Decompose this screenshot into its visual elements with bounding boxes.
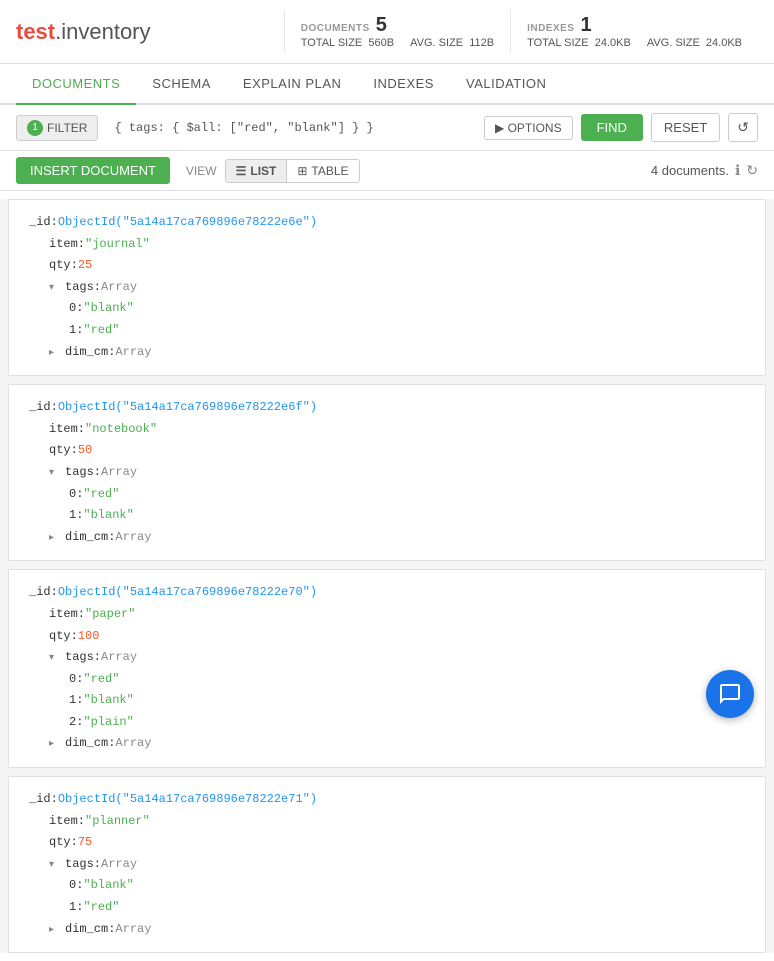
filter-label: FILTER [47,121,87,135]
filter-badge: 1 [27,120,43,136]
field-id: _id: ObjectId("5a14a17ca769896e78222e6e"… [29,212,745,234]
view-label: VIEW [186,164,217,178]
document-count: 4 documents. ℹ ↻ [651,162,758,179]
list-label: LIST [250,164,276,178]
field-tags-0: 0: "red" [69,484,745,506]
field-tags-1: 1: "blank" [69,690,745,712]
header-stats: DOCUMENTS 5 TOTAL SIZE 560B AVG. SIZE 11… [284,10,758,53]
field-tags: ▾tags: Array [49,647,745,669]
field-tags: ▾tags: Array [49,277,745,299]
documents-stat: DOCUMENTS 5 TOTAL SIZE 560B AVG. SIZE 11… [284,10,510,53]
table-label: TABLE [311,164,348,178]
tags-collapse-icon[interactable]: ▾ [49,650,61,668]
dimcm-expand-icon[interactable]: ▸ [49,345,61,363]
tab-indexes[interactable]: INDEXES [357,64,450,105]
table-view-button[interactable]: ⊞ TABLE [287,159,359,183]
documents-count: 5 [376,14,387,37]
field-qty: qty: 75 [49,832,745,854]
field-qty: qty: 25 [49,255,745,277]
docs-total-size-label: TOTAL SIZE 560B [301,37,394,49]
docs-avg-size-label: AVG. SIZE 112B [410,37,494,49]
options-label: ▶ OPTIONS [495,121,562,135]
find-button[interactable]: FIND [581,114,643,141]
field-qty: qty: 50 [49,440,745,462]
field-dim-cm: ▸dim_cm: Array [49,733,745,755]
tags-collapse-icon[interactable]: ▾ [49,465,61,483]
documents-label: DOCUMENTS [301,23,370,34]
logo-rest: .inventory [55,19,150,44]
filter-button[interactable]: 1 FILTER [16,115,98,141]
tab-documents[interactable]: DOCUMENTS [16,64,136,105]
field-dim-cm: ▸dim_cm: Array [49,527,745,549]
field-tags: ▾tags: Array [49,462,745,484]
table-row: _id: ObjectId("5a14a17ca769896e78222e71"… [8,776,766,953]
table-icon: ⊞ [297,164,307,178]
field-tags-0: 0: "blank" [69,875,745,897]
field-qty: qty: 100 [49,626,745,648]
list-view-button[interactable]: ☰ LIST [225,159,288,183]
field-tags-1: 1: "blank" [69,505,745,527]
indexes-label: INDEXES [527,23,574,34]
field-item: item: "planner" [49,811,745,833]
field-tags-1: 1: "red" [69,897,745,919]
field-id: _id: ObjectId("5a14a17ca769896e78222e70"… [29,582,745,604]
field-dim-cm: ▸dim_cm: Array [49,342,745,364]
idx-avg-size-label: AVG. SIZE 24.0KB [647,37,742,49]
refresh-icon[interactable]: ↻ [746,162,758,179]
chat-button[interactable] [706,670,754,718]
tab-explain-plan[interactable]: EXPLAIN PLAN [227,64,358,105]
insert-document-button[interactable]: INSERT DOCUMENT [16,157,170,184]
app-logo: test.inventory [16,19,151,45]
dimcm-expand-icon[interactable]: ▸ [49,736,61,754]
field-tags: ▾tags: Array [49,854,745,876]
table-row: _id: ObjectId("5a14a17ca769896e78222e70"… [8,569,766,768]
tab-validation[interactable]: VALIDATION [450,64,562,105]
action-bar: INSERT DOCUMENT VIEW ☰ LIST ⊞ TABLE 4 do… [0,151,774,191]
doc-count-text: 4 documents. [651,163,729,178]
dimcm-expand-icon[interactable]: ▸ [49,922,61,940]
field-id: _id: ObjectId("5a14a17ca769896e78222e6f"… [29,397,745,419]
tags-collapse-icon[interactable]: ▾ [49,280,61,298]
view-toggle: ☰ LIST ⊞ TABLE [225,159,360,183]
header: test.inventory DOCUMENTS 5 TOTAL SIZE 56… [0,0,774,64]
reset-button[interactable]: RESET [651,113,720,142]
tags-collapse-icon[interactable]: ▾ [49,857,61,875]
dimcm-expand-icon[interactable]: ▸ [49,530,61,548]
idx-avg-size-val: 24.0KB [706,37,742,49]
field-item: item: "journal" [49,234,745,256]
indexes-count: 1 [580,14,591,37]
tab-bar: DOCUMENTS SCHEMA EXPLAIN PLAN INDEXES VA… [0,64,774,105]
field-tags-0: 0: "red" [69,669,745,691]
filter-query: { tags: { $all: ["red", "blank"] } } [106,117,476,139]
idx-total-size-label: TOTAL SIZE 24.0KB [527,37,631,49]
info-icon[interactable]: ℹ [735,162,740,179]
list-icon: ☰ [236,164,247,178]
documents-list: _id: ObjectId("5a14a17ca769896e78222e6e"… [0,199,774,953]
docs-avg-size-val: 112B [469,37,494,49]
docs-total-size-val: 560B [368,37,394,49]
tab-schema[interactable]: SCHEMA [136,64,227,105]
table-row: _id: ObjectId("5a14a17ca769896e78222e6e"… [8,199,766,376]
logo-test: test [16,19,55,44]
idx-total-size-val: 24.0KB [595,37,631,49]
field-tags-2: 2: "plain" [69,712,745,734]
options-button[interactable]: ▶ OPTIONS [484,116,573,140]
field-item: item: "notebook" [49,419,745,441]
field-item: item: "paper" [49,604,745,626]
history-button[interactable]: ↺ [728,113,758,142]
indexes-stat: INDEXES 1 TOTAL SIZE 24.0KB AVG. SIZE 24… [510,10,758,53]
field-tags-1: 1: "red" [69,320,745,342]
field-tags-0: 0: "blank" [69,298,745,320]
field-dim-cm: ▸dim_cm: Array [49,919,745,941]
filter-bar: 1 FILTER { tags: { $all: ["red", "blank"… [0,105,774,151]
table-row: _id: ObjectId("5a14a17ca769896e78222e6f"… [8,384,766,561]
field-id: _id: ObjectId("5a14a17ca769896e78222e71"… [29,789,745,811]
